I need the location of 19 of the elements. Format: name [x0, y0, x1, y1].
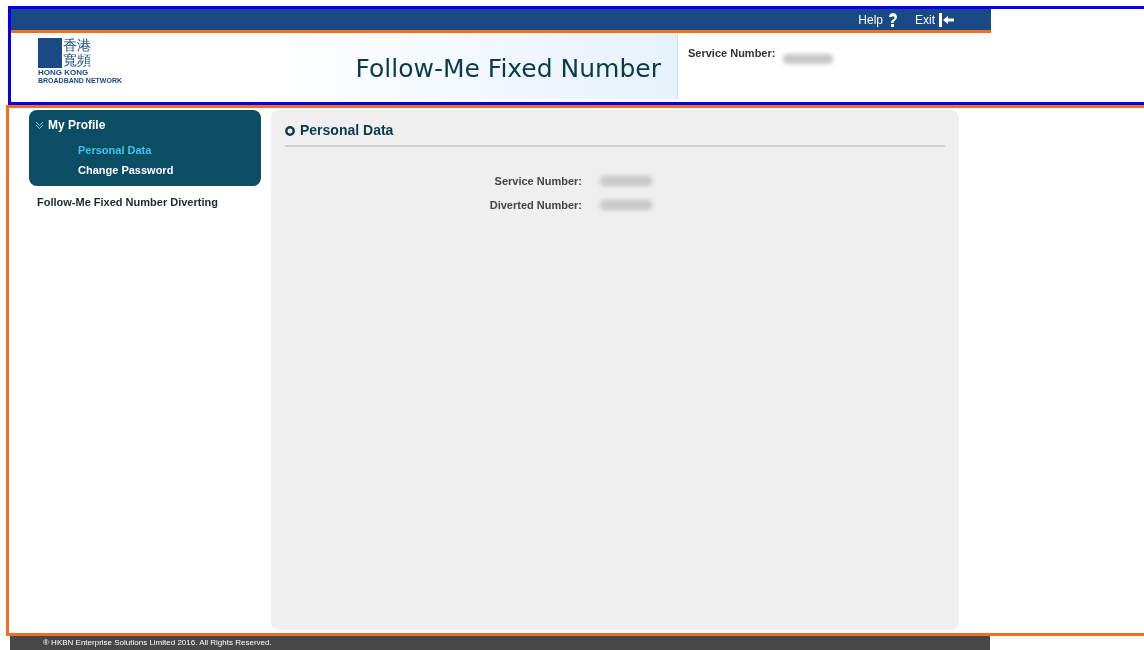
circle-bullet-icon [285, 125, 295, 136]
sidebar-item[interactable]: Follow-Me Fixed Number Diverting [29, 194, 271, 211]
sidebar-subitem[interactable]: Personal Data [78, 142, 261, 159]
field-label: Diverted Number: [488, 198, 582, 212]
sidebar-subitem[interactable]: Change Password [78, 161, 261, 178]
exit-link[interactable]: Exit [915, 11, 955, 29]
field-label: Service Number: [493, 174, 582, 188]
sidebar-item[interactable]: My Profile [29, 116, 261, 134]
exit-door-icon [939, 13, 955, 27]
copyright-text: ® HKBN Enterprise Solutions Limited 2016. All Rights Reserved. [43, 637, 272, 649]
question-mark-icon [887, 12, 899, 28]
page-title: Follow-Me Fixed Number [355, 52, 661, 85]
redacted-value [600, 176, 652, 186]
help-link[interactable]: Help [858, 11, 899, 29]
service-number-label: Service Number: [688, 46, 776, 61]
panel-title: Personal Data [300, 121, 394, 140]
redacted-value [600, 200, 652, 210]
redacted-value [783, 54, 834, 64]
chevron-down-icon [35, 121, 44, 129]
